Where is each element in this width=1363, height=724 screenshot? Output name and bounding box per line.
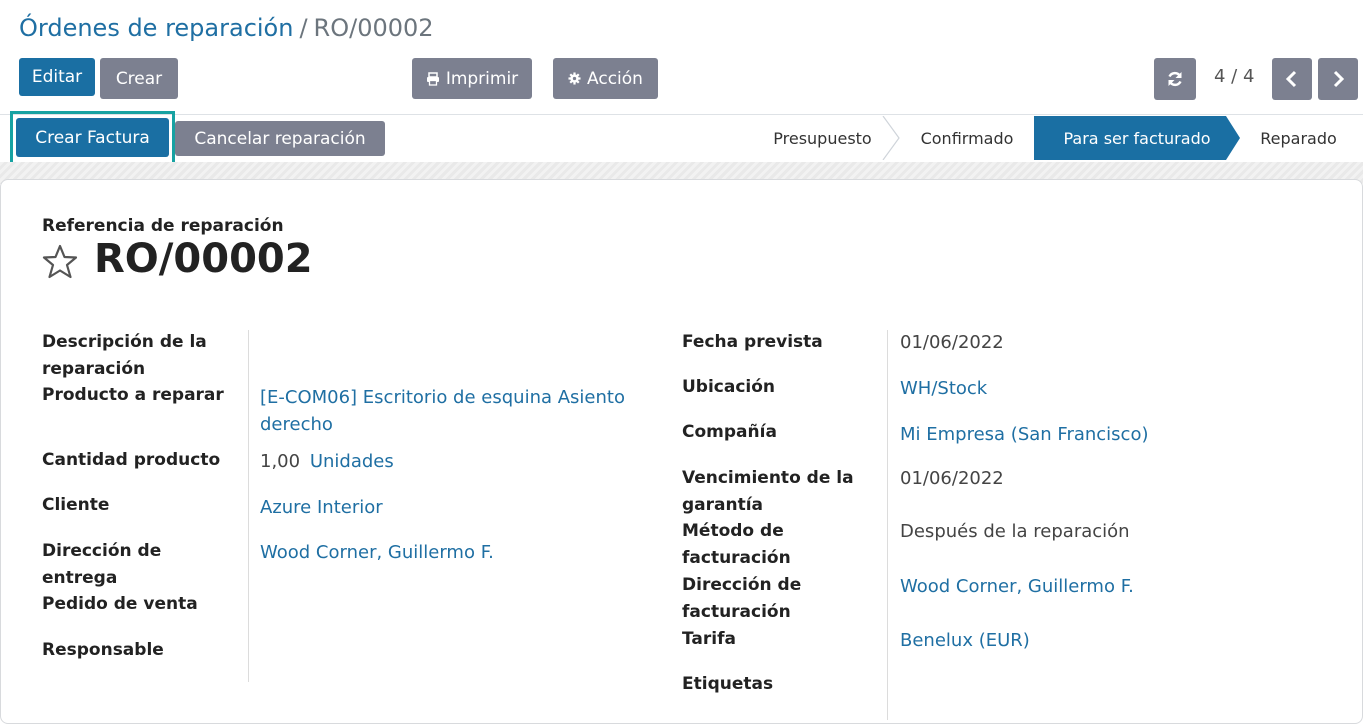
edit-button[interactable]: Editar (19, 58, 95, 96)
warranty-label: Vencimiento de la garantía (682, 468, 854, 515)
action-label: Acción (587, 68, 643, 89)
company-value[interactable]: Mi Empresa (San Francisco) (900, 421, 1149, 448)
invoice-address-value[interactable]: Wood Corner, Guillermo F. (900, 573, 1134, 600)
create-button[interactable]: Crear (100, 58, 178, 99)
customer-label: Cliente (42, 495, 110, 515)
delivery-address-value[interactable]: Wood Corner, Guillermo F. (260, 539, 494, 566)
breadcrumb-separator: / (299, 14, 308, 42)
customer-value[interactable]: Azure Interior (260, 494, 383, 521)
record-title: RO/00002 (94, 236, 313, 282)
stage-presupuesto[interactable]: Presupuesto (760, 116, 885, 160)
next-record-button[interactable] (1318, 58, 1358, 100)
chevron-right-icon (1333, 70, 1345, 88)
pricelist-value[interactable]: Benelux (EUR) (900, 627, 1030, 654)
uom-value[interactable]: Unidades (310, 451, 394, 472)
ref-label: Referencia de reparación (42, 216, 284, 236)
stage-para-ser-facturado[interactable]: Para ser facturado (1034, 116, 1240, 160)
sale-order-label: Pedido de venta (42, 594, 198, 614)
breadcrumb: Órdenes de reparación / RO/00002 (19, 12, 434, 44)
pricelist-label: Tarifa (682, 629, 736, 649)
action-button[interactable]: Acción (553, 58, 658, 99)
product-value[interactable]: [E-COM06] Escritorio de esquina Asiento … (260, 384, 640, 438)
company-label: Compañía (682, 422, 777, 442)
invoice-method-value[interactable]: Después de la reparación (900, 518, 1130, 545)
column-divider (248, 330, 249, 682)
tags-label: Etiquetas (682, 674, 774, 694)
chevron-left-icon (1285, 70, 1297, 88)
breadcrumb-current: RO/00002 (313, 14, 434, 42)
description-label: Descripción de la reparación (42, 332, 207, 379)
print-label: Imprimir (445, 68, 519, 89)
quantity-number: 1,00 (260, 451, 301, 472)
invoice-address-label: Dirección de facturación (682, 575, 802, 622)
star-icon[interactable] (42, 244, 78, 280)
column-divider-right (887, 330, 888, 720)
breadcrumb-parent-link[interactable]: Órdenes de reparación (19, 14, 293, 42)
location-value[interactable]: WH/Stock (900, 375, 987, 402)
quantity-label: Cantidad producto (42, 450, 221, 470)
delivery-address-label: Dirección de entrega (42, 541, 162, 588)
gear-icon (568, 72, 581, 85)
cancel-repair-button[interactable]: Cancelar reparación (175, 121, 385, 156)
create-invoice-button[interactable]: Crear Factura (16, 118, 169, 157)
previous-record-button[interactable] (1272, 58, 1312, 100)
print-button[interactable]: Imprimir (412, 58, 532, 99)
invoice-method-label: Método de facturación (682, 521, 791, 568)
scheduled-date-value[interactable]: 01/06/2022 (900, 329, 1004, 356)
refresh-icon (1168, 71, 1182, 87)
warranty-value[interactable]: 01/06/2022 (900, 465, 1004, 492)
pager-value[interactable]: 4 / 4 (1214, 66, 1254, 87)
scheduled-date-label: Fecha prevista (682, 332, 823, 352)
stage-reparado[interactable]: Reparado (1246, 116, 1351, 160)
quantity-value: 1,00 Unidades (260, 448, 394, 475)
refresh-button[interactable] (1154, 58, 1196, 100)
product-label: Producto a reparar (42, 385, 224, 405)
stage-confirmado[interactable]: Confirmado (902, 116, 1032, 160)
location-label: Ubicación (682, 377, 776, 397)
print-icon (426, 71, 439, 86)
stage-divider (882, 116, 900, 160)
responsible-label: Responsable (42, 640, 164, 660)
